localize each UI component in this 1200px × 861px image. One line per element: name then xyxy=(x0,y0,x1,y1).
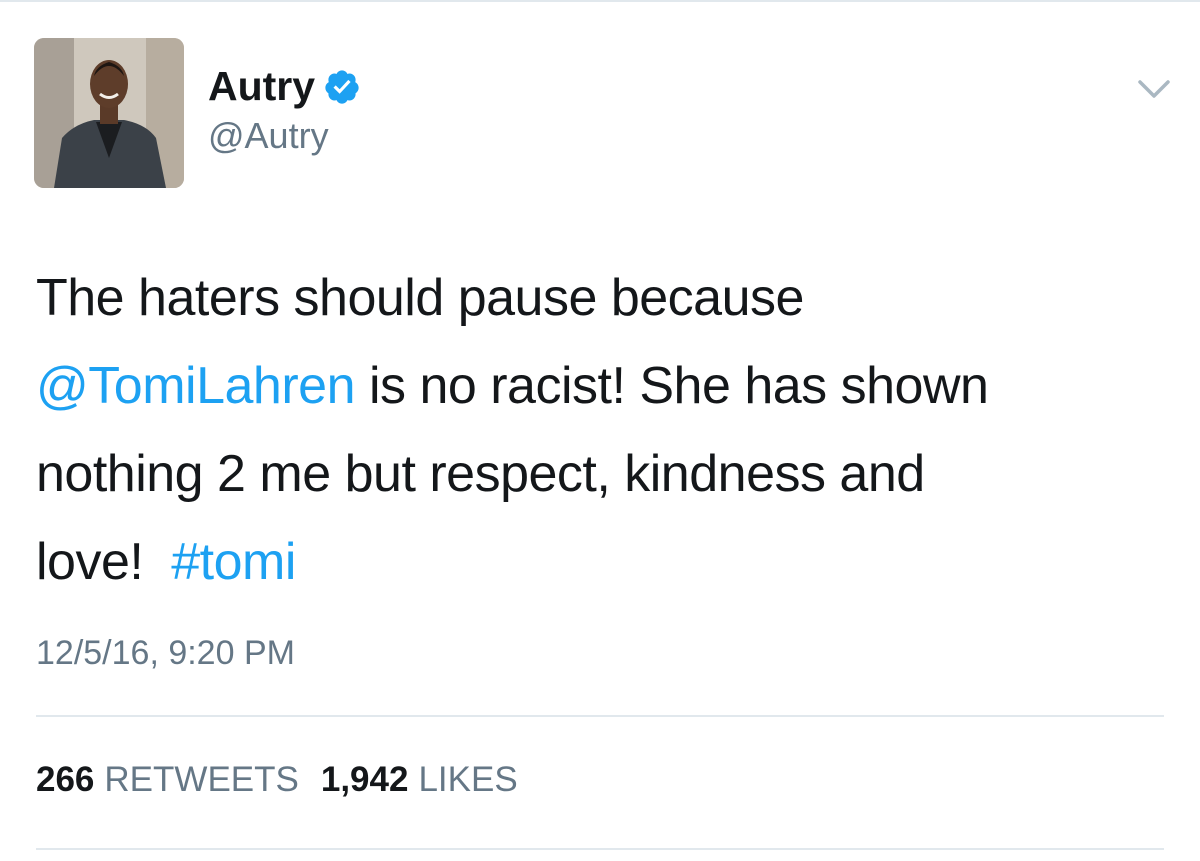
tweet-text-line: love! #tomi xyxy=(36,518,1156,606)
mention-link[interactable]: @TomiLahren xyxy=(36,357,356,415)
tweet-text: The haters should pause because @TomiLah… xyxy=(36,254,1156,606)
display-name-row[interactable]: Autry xyxy=(208,66,361,107)
user-handle[interactable]: @Autry xyxy=(208,118,329,154)
chevron-down-icon[interactable] xyxy=(1136,76,1172,102)
tweet-text-line: nothing 2 me but respect, kindness and xyxy=(36,430,1156,518)
tweet-timestamp[interactable]: 12/5/16, 9:20 PM xyxy=(36,636,295,670)
verified-badge-icon xyxy=(323,68,361,106)
display-name[interactable]: Autry xyxy=(208,66,315,107)
avatar[interactable] xyxy=(34,38,184,188)
text-segment: is no racist! She has shown xyxy=(355,357,989,415)
avatar-image xyxy=(34,38,184,188)
tweet-text-line: The haters should pause because xyxy=(36,254,1156,342)
hashtag-link[interactable]: #tomi xyxy=(171,533,296,591)
retweets-stat[interactable]: 266 RETWEETS xyxy=(36,762,299,797)
text-segment: love! xyxy=(36,533,172,591)
likes-stat[interactable]: 1,942 LIKES xyxy=(321,762,518,797)
stats-divider-top xyxy=(36,715,1164,717)
likes-count: 1,942 xyxy=(320,760,409,799)
stats-divider-bottom xyxy=(36,848,1164,850)
engagement-stats: 266 RETWEETS 1,942 LIKES xyxy=(36,762,518,797)
text-segment: nothing 2 me but respect, kindness and xyxy=(36,445,925,503)
text-segment: The haters should pause because xyxy=(36,269,804,327)
retweets-label: RETWEETS xyxy=(104,760,299,799)
likes-label: LIKES xyxy=(418,760,518,799)
tweet-text-line: @TomiLahren is no racist! She has shown xyxy=(36,342,1156,430)
top-divider xyxy=(0,0,1200,2)
retweets-count: 266 xyxy=(36,760,95,799)
